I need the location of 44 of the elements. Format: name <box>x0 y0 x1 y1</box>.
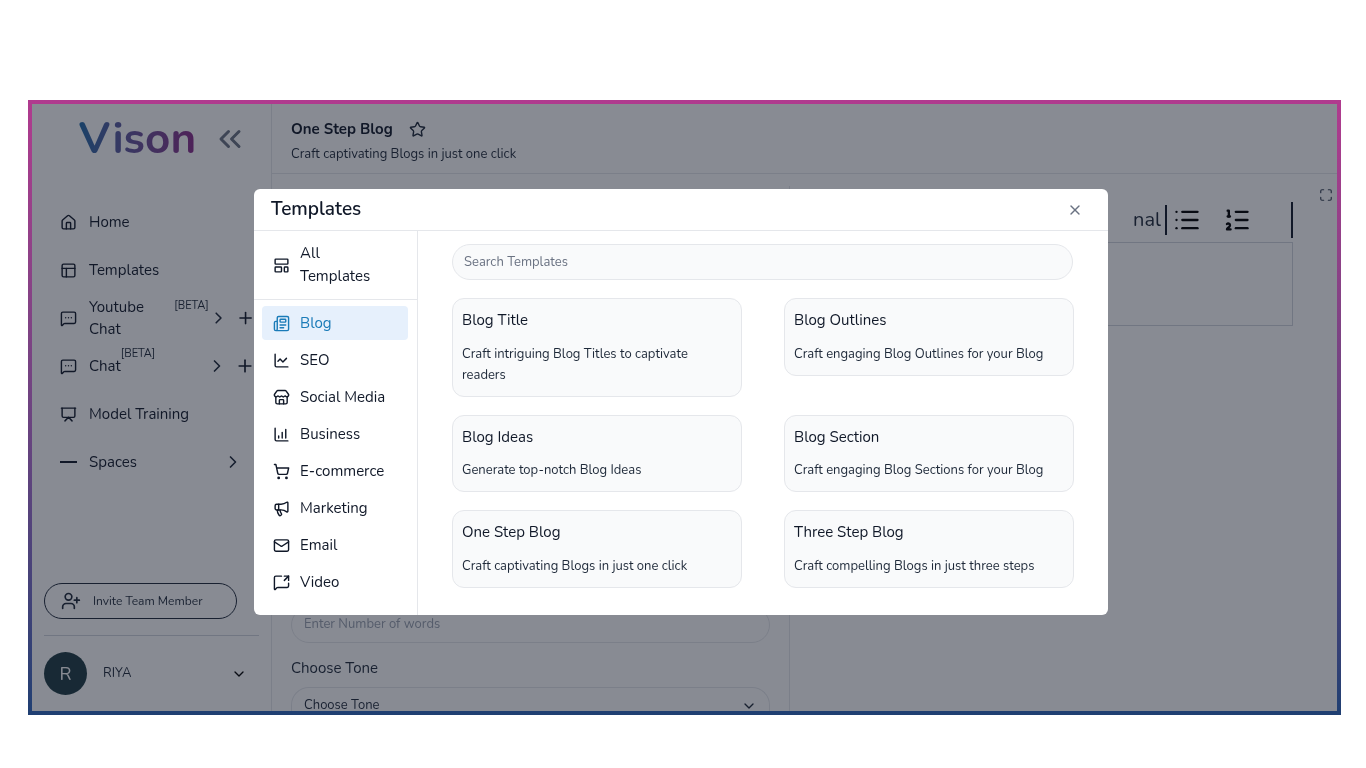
template-title: Blog Section <box>794 425 881 448</box>
category-item[interactable]: E-commerce <box>262 454 408 488</box>
sidebar-item[interactable]: Model Training <box>60 402 190 426</box>
category-item[interactable]: Blog <box>262 306 408 340</box>
beta-label: [BETA] <box>120 345 156 361</box>
category-item[interactable]: Marketing <box>262 491 408 525</box>
category-item[interactable]: Email <box>262 528 408 562</box>
template-card[interactable]: Blog Ideas Generate top-notch Blog Ideas <box>452 414 742 492</box>
avatar: R <box>44 652 87 695</box>
sidebar-item[interactable]: Templates <box>60 258 160 282</box>
modal-title: Templates <box>271 195 362 224</box>
search-templates-field[interactable]: Search Templates <box>452 244 1073 280</box>
template-title: Three Step Blog <box>794 521 905 544</box>
sidebar-item[interactable]: Chat <box>60 354 121 378</box>
category-item[interactable]: Video <box>262 565 408 599</box>
category-item[interactable]: SEO <box>262 343 408 377</box>
template-card[interactable]: Three Step Blog Craft compelling Blogs in just three steps <box>784 510 1074 588</box>
category-item[interactable]: All Templates <box>254 231 417 299</box>
tone-label: Choose Tone <box>291 656 380 679</box>
user-name: RIYA <box>103 663 133 684</box>
template-title: Blog Outlines <box>794 309 888 332</box>
template-description: Craft engaging Blog Outlines for your Blog <box>794 343 1045 365</box>
template-title: Blog Ideas <box>462 425 535 448</box>
template-description: Craft intriguing Blog Titles to captivate readers <box>462 343 689 386</box>
beta-label: [BETA] <box>174 297 209 315</box>
template-description: Craft engaging Blog Sections for your Blog <box>794 460 1045 481</box>
sidebar-item[interactable]: Youtube Chat <box>60 295 175 341</box>
template-description: Craft captivating Blogs in just one click <box>462 555 689 577</box>
sidebar-item[interactable]: Home <box>60 210 130 234</box>
format-dropdown-text[interactable]: nal <box>1133 205 1167 235</box>
tone-select[interactable]: Choose Tone <box>291 687 770 711</box>
category-item[interactable]: Business <box>262 417 408 451</box>
template-title: One Step Blog <box>462 521 562 544</box>
sidebar-item[interactable]: Spaces <box>60 450 137 474</box>
template-card[interactable]: Blog Outlines Craft engaging Blog Outlines for your Blog <box>784 298 1074 376</box>
category-item[interactable]: Social Media <box>262 380 408 414</box>
template-title: Blog Title <box>462 309 530 332</box>
page-subtitle: Craft captivating Blogs in just one click <box>291 144 518 164</box>
template-description: Generate top-notch Blog Ideas <box>462 460 643 481</box>
template-description: Craft compelling Blogs in just three steps <box>794 555 1036 577</box>
template-card[interactable]: One Step Blog Craft captivating Blogs in just one click <box>452 510 742 588</box>
page-title: One Step Blog <box>291 118 393 141</box>
template-card[interactable]: Blog Title Craft intriguing Blog Titles to captivate readers <box>452 298 742 397</box>
template-card[interactable]: Blog Section Craft engaging Blog Sections for your Blog <box>784 414 1074 492</box>
